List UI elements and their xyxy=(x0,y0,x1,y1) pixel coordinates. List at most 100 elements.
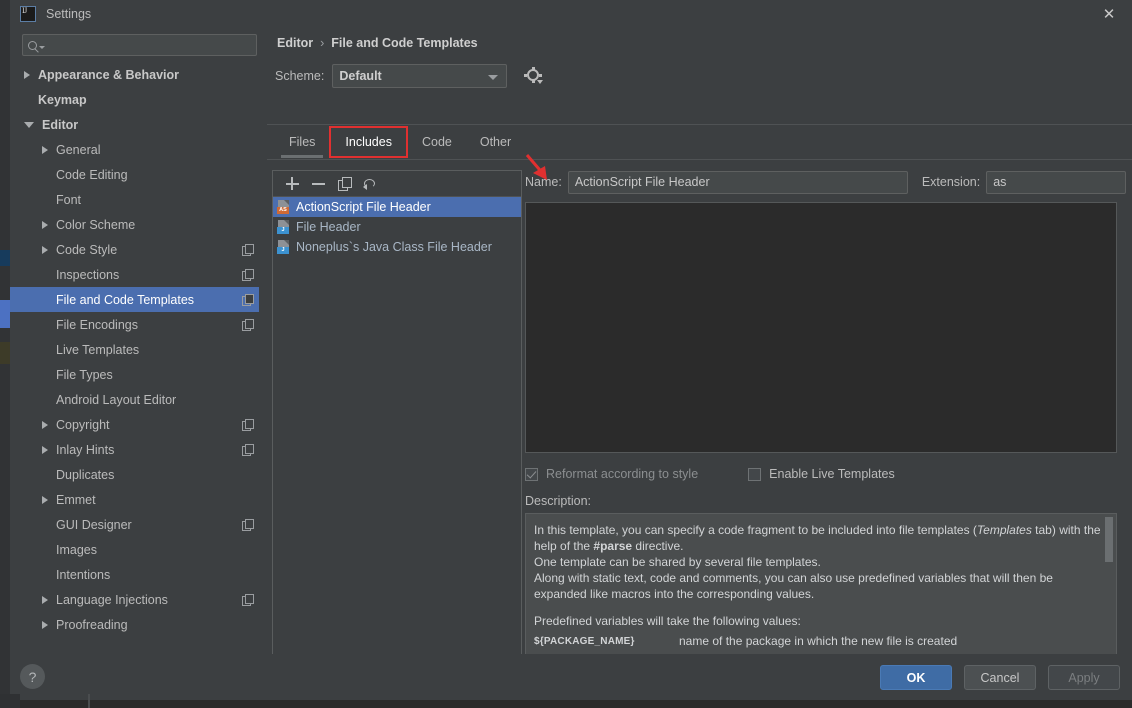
reformat-checkbox[interactable] xyxy=(525,467,538,481)
sidebar-item-color-scheme[interactable]: Color Scheme xyxy=(10,212,267,237)
close-icon[interactable]: ✕ xyxy=(1086,0,1132,28)
template-list-item[interactable]: AS ActionScript File Header xyxy=(273,197,521,217)
title-bar: Settings ✕ xyxy=(10,0,1132,28)
help-icon[interactable]: ? xyxy=(20,664,45,689)
remove-template-button[interactable] xyxy=(305,172,331,196)
sidebar-item-android-layout-editor[interactable]: Android Layout Editor xyxy=(10,387,267,412)
sidebar-item-emmet[interactable]: Emmet xyxy=(10,487,267,512)
sidebar-item-images[interactable]: Images xyxy=(10,537,267,562)
gear-icon[interactable] xyxy=(524,67,544,84)
taskbar-divider xyxy=(88,694,90,708)
extension-input[interactable]: as xyxy=(986,170,1127,194)
chevron-down-icon[interactable] xyxy=(24,121,34,128)
sidebar-item-copyright[interactable]: Copyright xyxy=(10,412,267,437)
tab-code[interactable]: Code xyxy=(408,126,466,158)
sidebar-item-code-editing[interactable]: Code Editing xyxy=(10,162,267,187)
sidebar-item-font[interactable]: Font xyxy=(10,187,267,212)
sidebar-item-file-encodings[interactable]: File Encodings xyxy=(10,312,267,337)
sidebar-item-label: Inlay Hints xyxy=(56,442,115,457)
sidebar-item-label: Proofreading xyxy=(56,617,128,632)
ok-button[interactable]: OK xyxy=(880,665,952,690)
sidebar-item-label: File Types xyxy=(56,367,113,382)
sidebar-item-live-templates[interactable]: Live Templates xyxy=(10,337,267,362)
tab-files[interactable]: Files xyxy=(275,126,329,158)
sidebar-item-code-style[interactable]: Code Style xyxy=(10,237,267,262)
breadcrumb-parent[interactable]: Editor xyxy=(277,36,313,50)
template-list-item[interactable]: J File Header xyxy=(273,217,521,237)
divider xyxy=(267,124,1132,125)
copy-scope-icon xyxy=(242,294,254,306)
scheme-row: Scheme: Default xyxy=(275,64,544,88)
settings-dialog: Settings ✕ Appearance & Behavior Keymap Ed… xyxy=(0,0,1132,708)
sidebar-item-keymap[interactable]: Keymap xyxy=(10,87,267,112)
variables-intro: Predefined variables will take the follo… xyxy=(534,614,801,628)
sidebar-item-label: Language Injections xyxy=(56,592,168,607)
sidebar-item-editor[interactable]: Editor xyxy=(10,112,267,137)
apply-button[interactable]: Apply xyxy=(1048,665,1120,690)
sidebar-item-label: Live Templates xyxy=(56,342,140,357)
cancel-button[interactable]: Cancel xyxy=(964,665,1036,690)
file-template-icon: AS xyxy=(277,200,290,214)
variable-description: name of the package in which the new fil… xyxy=(679,634,958,648)
sidebar-item-label: Code Style xyxy=(56,242,118,257)
chevron-right-icon[interactable] xyxy=(42,145,48,154)
sidebar-item-file-and-code-templates[interactable]: File and Code Templates xyxy=(10,287,267,312)
scheme-label: Scheme: xyxy=(275,69,325,83)
tab-other[interactable]: Other xyxy=(466,126,525,158)
reset-template-button[interactable] xyxy=(357,172,383,196)
reformat-label: Reformat according to style xyxy=(546,467,699,481)
sidebar-item-label: Copyright xyxy=(56,417,110,432)
breadcrumb-separator-icon: › xyxy=(320,36,325,50)
template-code-editor[interactable] xyxy=(525,202,1117,453)
sidebar-item-inlay-hints[interactable]: Inlay Hints xyxy=(10,437,267,462)
intellij-logo-icon xyxy=(20,6,36,22)
name-row: Name: ActionScript File Header Extension… xyxy=(525,170,1127,194)
add-template-button[interactable] xyxy=(279,172,305,196)
tab-includes[interactable]: Includes xyxy=(329,126,408,158)
live-templates-label: Enable Live Templates xyxy=(769,467,895,481)
editor-options-row: Reformat according to style Enable Live … xyxy=(525,464,1127,484)
sidebar-item-file-types[interactable]: File Types xyxy=(10,362,267,387)
chevron-right-icon[interactable] xyxy=(42,595,48,604)
sidebar-item-inspections[interactable]: Inspections xyxy=(10,262,267,287)
sidebar-item-language-injections[interactable]: Language Injections xyxy=(10,587,267,612)
sidebar-item-general[interactable]: General xyxy=(10,137,267,162)
sidebar-item-label: Emmet xyxy=(56,492,96,507)
undo-icon xyxy=(363,178,377,190)
sidebar-item-duplicates[interactable]: Duplicates xyxy=(10,462,267,487)
sidebar-scrollbar-track[interactable] xyxy=(259,90,516,680)
sidebar-item-appearance-behavior[interactable]: Appearance & Behavior xyxy=(10,62,267,87)
chevron-right-icon[interactable] xyxy=(24,70,30,79)
chevron-right-icon[interactable] xyxy=(42,495,48,504)
chevron-right-icon[interactable] xyxy=(42,220,48,229)
name-input[interactable]: ActionScript File Header xyxy=(567,170,908,194)
description-p1-a: In this template, you can specify a code… xyxy=(534,523,977,537)
copy-scope-icon xyxy=(242,319,254,331)
template-list-item[interactable]: J Noneplus`s Java Class File Header xyxy=(273,237,521,257)
search-input[interactable] xyxy=(22,34,257,56)
description-p1-bold: #parse xyxy=(593,539,633,553)
sidebar-item-label: Appearance & Behavior xyxy=(38,67,180,82)
copy-scope-icon xyxy=(242,419,254,431)
description-scrollbar-track[interactable] xyxy=(1105,515,1115,669)
sidebar-item-label: Images xyxy=(56,542,97,557)
copy-template-button[interactable] xyxy=(331,172,357,196)
tab-label: Code xyxy=(421,135,452,149)
sidebar-item-proofreading[interactable]: Proofreading xyxy=(10,612,267,637)
dialog-footer: ? OK Cancel Apply xyxy=(10,654,1132,700)
scheme-value: Default xyxy=(339,69,382,83)
sidebar-item-intentions[interactable]: Intentions xyxy=(10,562,267,587)
live-templates-checkbox[interactable] xyxy=(748,467,762,481)
description-scrollbar-thumb[interactable] xyxy=(1105,517,1113,562)
chevron-right-icon[interactable] xyxy=(42,620,48,629)
divider xyxy=(267,159,1132,160)
chevron-right-icon[interactable] xyxy=(42,420,48,429)
description-panel: In this template, you can specify a code… xyxy=(525,513,1117,670)
file-type-badge: J xyxy=(277,247,289,254)
chevron-right-icon[interactable] xyxy=(42,445,48,454)
sidebar-item-gui-designer[interactable]: GUI Designer xyxy=(10,512,267,537)
variable-name: ${PACKAGE_NAME} xyxy=(534,636,635,647)
chevron-right-icon[interactable] xyxy=(42,245,48,254)
sidebar-item-label: Keymap xyxy=(38,92,87,107)
scheme-dropdown[interactable]: Default xyxy=(332,64,508,88)
